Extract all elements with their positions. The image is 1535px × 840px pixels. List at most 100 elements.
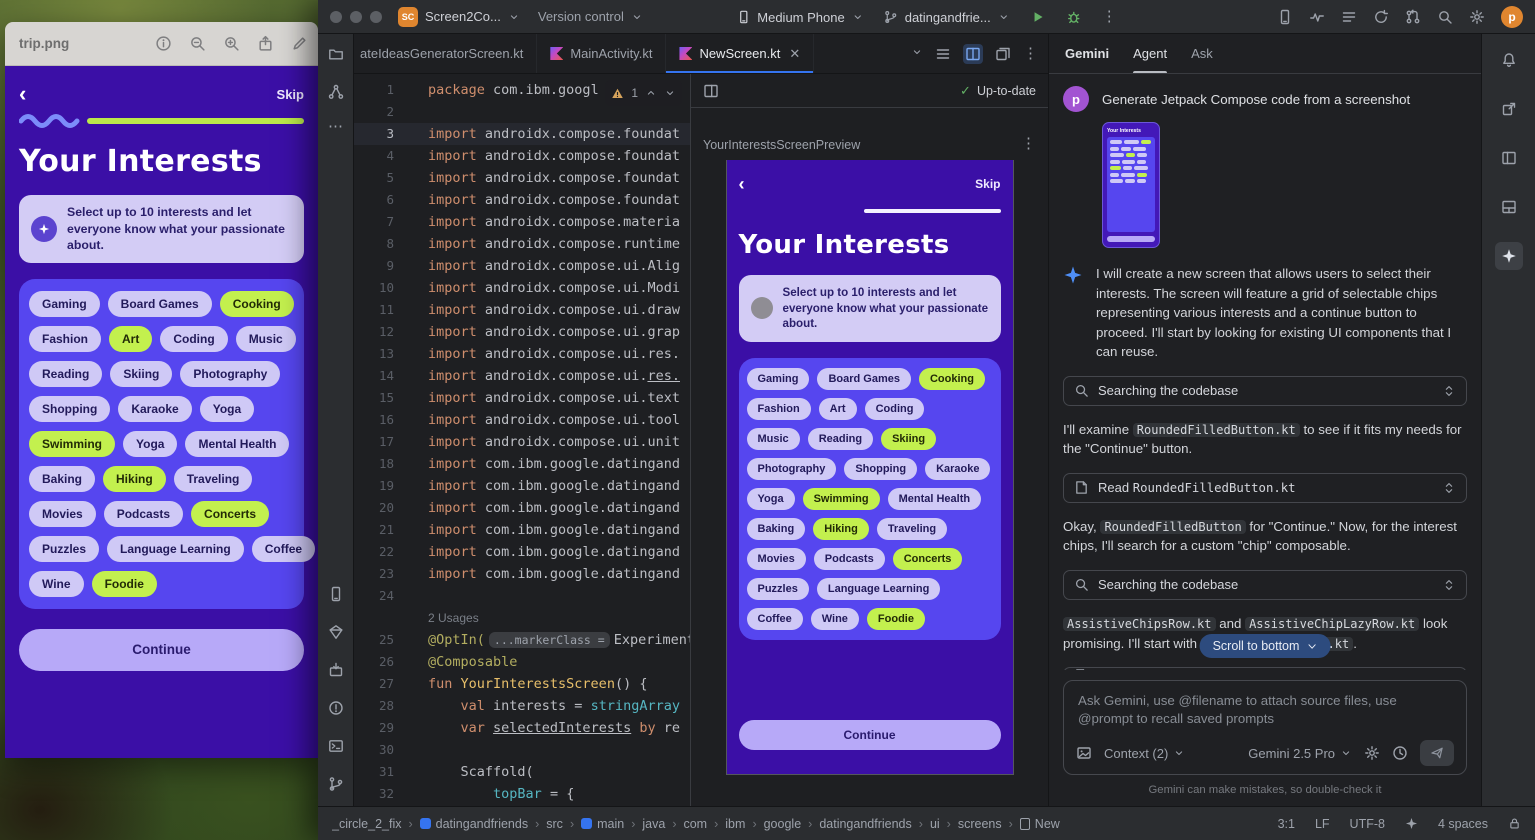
device-selector[interactable]: Medium Phone — [736, 10, 863, 25]
editor-layout-icon[interactable] — [935, 46, 951, 62]
breadcrumb-item[interactable]: datingandfriends — [420, 817, 528, 831]
more-run-options-icon[interactable]: ⋮ — [1102, 12, 1117, 22]
breadcrumb-item[interactable]: google — [764, 817, 802, 831]
lock-icon[interactable] — [1508, 817, 1521, 830]
minimize-window-button[interactable] — [350, 11, 362, 23]
notifications-icon[interactable] — [1495, 46, 1523, 74]
project-widget[interactable]: SC Screen2Co... — [398, 7, 520, 27]
tool-call-row[interactable]: Read RoundedFilledButton.kt — [1063, 473, 1467, 503]
expand-icon[interactable] — [1442, 481, 1456, 495]
more-tool-windows-icon[interactable]: ⋯ — [328, 122, 343, 132]
expand-icon[interactable] — [1442, 578, 1456, 592]
interest-chip: Yoga — [747, 488, 795, 510]
expand-icon[interactable] — [1442, 669, 1456, 670]
running-devices-icon[interactable] — [1495, 144, 1523, 172]
search-everywhere-icon[interactable] — [1437, 9, 1453, 25]
scroll-to-bottom-button[interactable]: Scroll to bottom — [1200, 634, 1331, 658]
vcs-widget[interactable]: Version control — [538, 9, 643, 24]
profiler-icon[interactable] — [1309, 9, 1325, 25]
run-button[interactable] — [1030, 9, 1046, 25]
warning-icon — [611, 87, 624, 100]
code-editor[interactable]: 1package com.ibm.googl23import androidx.… — [354, 74, 690, 806]
breadcrumb-item[interactable]: src — [546, 817, 563, 831]
branch-selector[interactable]: datingandfrie... — [884, 10, 1010, 25]
breadcrumb-item[interactable]: ibm — [725, 817, 745, 831]
gemini-status-icon[interactable] — [1405, 817, 1418, 830]
breadcrumb-separator: › — [714, 817, 718, 831]
usages-hint[interactable]: 2 Usages — [354, 607, 690, 629]
breadcrumb-item[interactable]: main — [581, 817, 624, 831]
gemini-input-box[interactable]: Context (2) Gemini 2.5 Pro — [1063, 680, 1467, 775]
tool-call-row[interactable]: Searching the codebase — [1063, 570, 1467, 600]
history-icon[interactable] — [1392, 745, 1408, 761]
file-encoding[interactable]: UTF-8 — [1350, 817, 1385, 831]
close-window-button[interactable] — [330, 11, 342, 23]
zoom-in-icon[interactable] — [223, 35, 240, 52]
pull-requests-tool-icon[interactable] — [328, 84, 344, 100]
tab-ask[interactable]: Ask — [1191, 34, 1213, 73]
send-button[interactable] — [1420, 740, 1454, 766]
code-line: 13import androidx.compose.ui.res. — [354, 343, 690, 365]
resource-manager-icon[interactable] — [328, 586, 344, 602]
context-selector[interactable]: Context (2) — [1104, 746, 1185, 761]
editor-options-icon[interactable]: ⋮ — [1023, 49, 1038, 59]
tab-newscreen[interactable]: NewScreen.kt ✕ — [666, 34, 814, 73]
float-editor-icon[interactable] — [995, 46, 1011, 62]
zoom-out-icon[interactable] — [189, 35, 206, 52]
line-ending[interactable]: LF — [1315, 817, 1330, 831]
version-control-icon[interactable] — [328, 776, 344, 792]
breadcrumb-item[interactable]: New — [1020, 817, 1060, 831]
breadcrumb-item[interactable]: ui — [930, 817, 940, 831]
terminal-icon[interactable] — [328, 738, 344, 754]
zoom-window-button[interactable] — [370, 11, 382, 23]
prev-problem-icon[interactable] — [645, 87, 657, 99]
layout-inspector-icon[interactable] — [1495, 193, 1523, 221]
window-controls[interactable] — [330, 11, 382, 23]
gemini-tool-icon[interactable] — [1495, 242, 1523, 270]
debug-button[interactable] — [1066, 9, 1082, 25]
breadcrumb-item[interactable]: java — [642, 817, 665, 831]
close-tab-icon[interactable]: ✕ — [789, 46, 800, 62]
share-icon[interactable] — [257, 35, 274, 52]
tab-generateideasgeneratorscreen[interactable]: ateIdeasGeneratorScreen.kt — [354, 34, 537, 73]
gradle-sync-icon[interactable] — [1373, 9, 1389, 25]
screenshot-thumbnail[interactable]: Your Interests — [1102, 122, 1467, 248]
preview-options-icon[interactable]: ⋮ — [1021, 134, 1036, 152]
info-icon[interactable] — [155, 35, 172, 52]
tab-mainactivity[interactable]: MainActivity.kt — [537, 34, 666, 73]
settings-icon[interactable] — [1469, 9, 1485, 25]
device-explorer-icon[interactable] — [328, 662, 344, 678]
breadcrumb-item[interactable]: com — [683, 817, 707, 831]
todo-list-icon[interactable] — [1341, 9, 1357, 25]
interest-chip: Art — [109, 326, 152, 352]
gemini-settings-icon[interactable] — [1364, 745, 1380, 761]
breadcrumb-item[interactable]: datingandfriends — [819, 817, 911, 831]
user-avatar[interactable]: p — [1501, 6, 1523, 28]
gemini-prompt-input[interactable] — [1076, 690, 1454, 734]
preview-layout-icon[interactable] — [703, 83, 719, 99]
caret-position[interactable]: 3:1 — [1278, 817, 1295, 831]
app-quality-insights-icon[interactable] — [328, 624, 344, 640]
breadcrumb-item[interactable]: screens — [958, 817, 1002, 831]
problems-icon[interactable] — [328, 700, 344, 716]
pull-request-icon[interactable] — [1405, 9, 1421, 25]
next-problem-icon[interactable] — [664, 87, 676, 99]
expand-icon[interactable] — [1442, 384, 1456, 398]
tab-agent[interactable]: Agent — [1133, 34, 1167, 73]
inspection-widget[interactable]: 1 — [605, 80, 682, 106]
tab-list-chevron-icon[interactable] — [911, 45, 923, 63]
code-text — [394, 101, 428, 123]
indent-setting[interactable]: 4 spaces — [1438, 817, 1488, 831]
device-streaming-icon[interactable] — [1495, 95, 1523, 123]
tool-call-row[interactable]: Searching the codebase — [1063, 376, 1467, 406]
attach-image-icon[interactable] — [1076, 745, 1092, 761]
device-manager-icon[interactable] — [1277, 9, 1293, 25]
breadcrumb-item[interactable]: _circle_2_fix — [332, 817, 401, 831]
project-tool-icon[interactable] — [328, 46, 344, 62]
tool-call-row[interactable]: Read AssistiveChipsRow.kt — [1063, 667, 1467, 670]
split-editor-icon[interactable] — [963, 44, 983, 64]
interest-chip: Skiing — [110, 361, 172, 387]
model-selector[interactable]: Gemini 2.5 Pro — [1248, 746, 1352, 761]
markup-pencil-icon[interactable] — [291, 35, 308, 52]
code-text: import androidx.compose.ui.grap — [394, 321, 680, 343]
